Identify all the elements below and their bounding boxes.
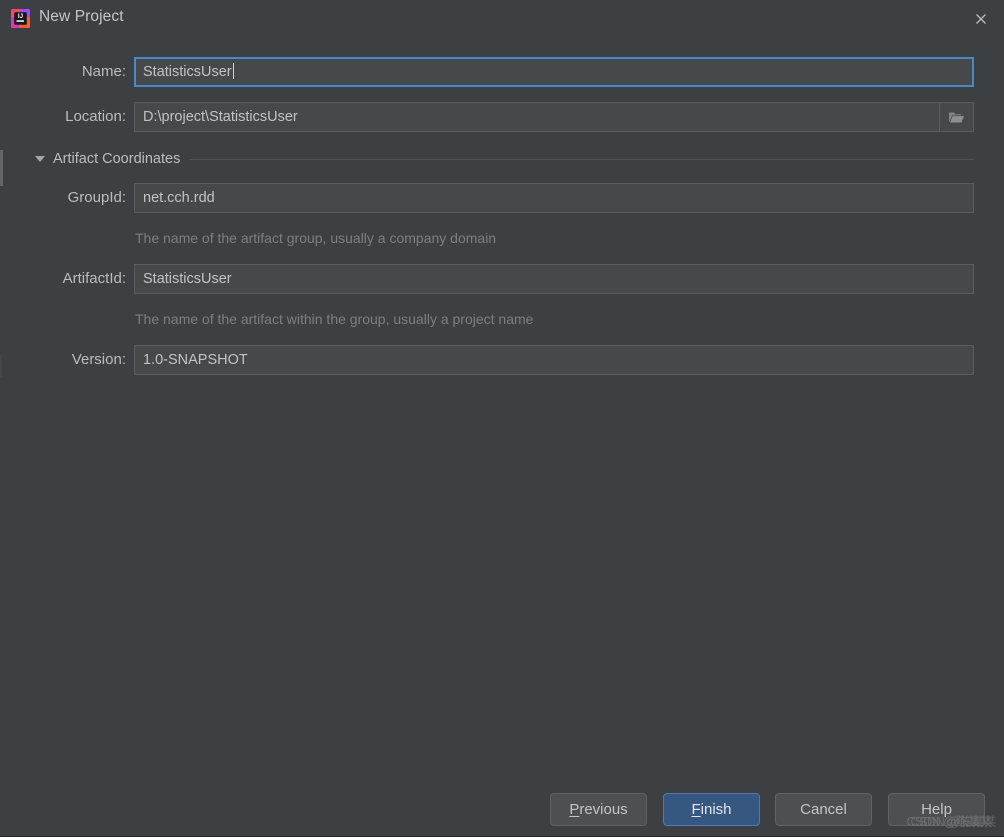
artifactid-input-value: StatisticsUser	[143, 271, 232, 287]
watermark-text-overlay: CSDN @陈某某	[910, 815, 997, 829]
location-input-value: D:\project\StatisticsUser	[143, 109, 298, 125]
previous-button[interactable]: Previous	[550, 793, 647, 826]
background-window-edge-lower	[0, 355, 2, 377]
groupid-label: GroupId:	[67, 189, 126, 206]
groupid-hint: The name of the artifact group, usually …	[135, 230, 497, 246]
location-label: Location:	[65, 108, 126, 125]
folder-icon[interactable]	[940, 102, 974, 132]
svg-text:IJ: IJ	[18, 13, 24, 20]
location-input[interactable]: D:\project\StatisticsUser	[134, 102, 940, 132]
dialog-title: New Project	[39, 8, 124, 25]
previous-button-label: Previous	[569, 801, 628, 818]
close-icon[interactable]	[968, 6, 994, 32]
text-caret	[232, 63, 234, 79]
finish-button[interactable]: Finish	[663, 793, 760, 826]
background-window-edge	[0, 150, 3, 186]
finish-mnemonic: F	[691, 801, 701, 818]
previous-mnemonic: P	[569, 801, 580, 818]
artifactid-hint: The name of the artifact within the grou…	[135, 311, 534, 327]
version-input[interactable]: 1.0-SNAPSHOT	[134, 345, 974, 375]
name-input-value: StatisticsUser	[143, 64, 232, 80]
new-project-dialog: IJ New Project Name: StatisticsUser Loca…	[0, 0, 1004, 837]
csdn-watermark: CSDN @陈某某 CSDN @陈某某	[907, 811, 997, 830]
version-input-value: 1.0-SNAPSHOT	[143, 352, 248, 368]
groupid-input-value: net.cch.rdd	[143, 190, 215, 206]
name-input[interactable]: StatisticsUser	[134, 57, 974, 87]
artifactid-input[interactable]: StatisticsUser	[134, 264, 974, 294]
chevron-down-icon	[35, 156, 45, 162]
groupid-input[interactable]: net.cch.rdd	[134, 183, 974, 213]
artifact-coordinates-section-header[interactable]: Artifact Coordinates	[35, 149, 974, 169]
cancel-button-label: Cancel	[800, 801, 847, 818]
dialog-titlebar: IJ New Project	[0, 0, 1004, 37]
artifactid-label: ArtifactId:	[62, 270, 126, 287]
name-label: Name:	[81, 63, 126, 80]
version-label: Version:	[71, 351, 126, 368]
artifact-coordinates-title: Artifact Coordinates	[53, 151, 181, 167]
intellij-idea-icon: IJ	[11, 9, 30, 28]
cancel-button[interactable]: Cancel	[775, 793, 872, 826]
finish-button-label: Finish	[691, 801, 732, 818]
section-divider	[189, 158, 974, 160]
